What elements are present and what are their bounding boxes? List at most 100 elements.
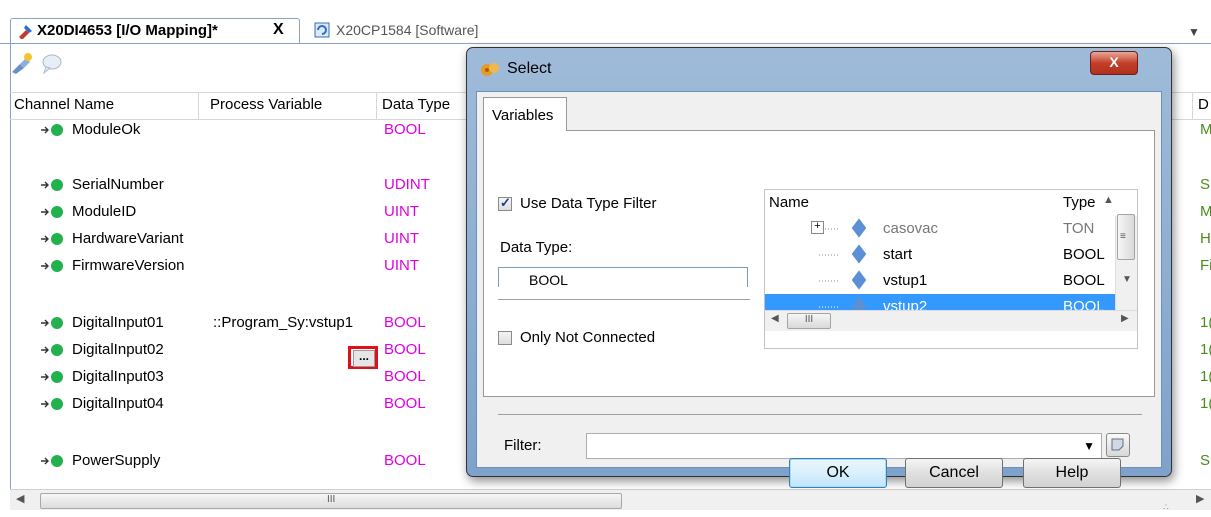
only-not-connected-checkbox[interactable]: [498, 331, 512, 345]
data-type: BOOL: [384, 452, 426, 469]
variable-icon: [851, 244, 867, 264]
list-vertical-scroll-thumb[interactable]: ≡: [1117, 214, 1135, 260]
separator: [498, 414, 1142, 415]
scroll-grip: III: [327, 494, 336, 505]
variables-list: Name Type ▲ + casovac TON start BOOL vstup1 BO…: [764, 189, 1138, 349]
use-data-type-filter-checkbox[interactable]: [498, 195, 512, 211]
channel-status-icon: [41, 317, 63, 329]
variable-icon: [851, 218, 867, 238]
ok-button[interactable]: OK: [789, 458, 887, 488]
resize-grip-icon[interactable]: ∴: [1163, 502, 1169, 513]
apply-filter-button[interactable]: [1106, 433, 1130, 457]
dialog-body: Variables Use Data Type Filter Data Type…: [476, 91, 1169, 512]
data-type: BOOL: [384, 341, 426, 358]
tab-software[interactable]: X20CP1584 [Software]: [312, 18, 512, 44]
variable-type: BOOL: [1063, 272, 1105, 289]
channel-status-icon: [41, 371, 63, 383]
separator: [498, 299, 750, 300]
channel-status-icon: [41, 344, 63, 356]
channel-status-icon: [41, 398, 63, 410]
data-type: BOOL: [384, 121, 426, 138]
header-process-variable[interactable]: Process Variable: [210, 96, 322, 113]
data-type: UINT: [384, 257, 419, 274]
description: M: [1200, 203, 1211, 220]
description: 1(: [1200, 341, 1211, 358]
tree-connector: [819, 280, 839, 282]
data-type-input[interactable]: BOOL: [498, 267, 748, 287]
header-separator[interactable]: [1192, 93, 1193, 119]
add-variable-icon[interactable]: [10, 52, 34, 74]
channel-name: ModuleID: [72, 203, 137, 220]
tree-connector: [819, 254, 839, 256]
tab-io-mapping[interactable]: X20DI4653 [I/O Mapping]* X: [10, 18, 300, 44]
software-icon: [314, 22, 330, 38]
description: 1(: [1200, 314, 1211, 331]
header-separator[interactable]: [198, 93, 199, 119]
close-tab-icon[interactable]: X: [273, 21, 284, 39]
comment-icon[interactable]: [40, 52, 62, 74]
channel-status-icon: [41, 206, 63, 218]
list-header-name[interactable]: Name: [769, 194, 809, 211]
filter-input[interactable]: ▼: [586, 433, 1102, 459]
scroll-right-icon[interactable]: ▶: [1121, 313, 1129, 324]
variable-icon: [851, 270, 867, 290]
sort-up-icon[interactable]: ▲: [1103, 194, 1114, 206]
scroll-grip: ≡: [1120, 231, 1126, 242]
description: S: [1200, 176, 1211, 193]
use-data-type-filter-label: Use Data Type Filter: [520, 195, 657, 212]
channel-status-icon: [41, 179, 63, 191]
tab-io-mapping-label: X20DI4653 [I/O Mapping]*: [37, 22, 218, 39]
list-header-type[interactable]: Type: [1063, 194, 1096, 211]
header-data-type[interactable]: Data Type: [382, 96, 450, 113]
channel-name: PowerSupply: [72, 452, 161, 469]
channel-name: DigitalInput02: [72, 341, 164, 358]
variable-list-item[interactable]: vstup1 BOOL: [765, 268, 1115, 294]
dialog-close-button[interactable]: X: [1090, 51, 1138, 75]
scroll-right-icon[interactable]: ▶: [1196, 492, 1204, 505]
channel-name: DigitalInput01: [72, 314, 164, 331]
scroll-left-icon[interactable]: ◀: [771, 313, 779, 324]
channel-name: DigitalInput04: [72, 395, 164, 412]
variable-name: vstup1: [883, 272, 928, 289]
header-separator[interactable]: [376, 93, 377, 119]
tab-variables-label: Variables: [492, 107, 554, 124]
tab-divider: [0, 43, 1211, 44]
header-channel-name[interactable]: Channel Name: [14, 96, 114, 113]
variable-list-item[interactable]: start BOOL: [765, 242, 1115, 268]
data-type-value: BOOL: [529, 272, 568, 287]
description: 1(: [1200, 368, 1211, 385]
chevron-down-icon[interactable]: ▼: [1083, 439, 1095, 453]
cancel-button[interactable]: Cancel: [905, 458, 1003, 488]
list-horizontal-scroll-thumb[interactable]: III: [787, 313, 831, 329]
data-type: BOOL: [384, 395, 426, 412]
header-description[interactable]: D: [1198, 96, 1209, 113]
ellipsis-button-label: ...: [353, 350, 375, 367]
variable-name: start: [883, 246, 913, 263]
filter-icon: [1111, 438, 1124, 451]
channel-name: ModuleOk: [72, 121, 141, 138]
variable-type: BOOL: [1063, 246, 1105, 263]
dialog-title: Select: [507, 60, 552, 77]
description: H: [1200, 230, 1211, 247]
data-type: BOOL: [384, 368, 426, 385]
tab-variables[interactable]: Variables: [483, 97, 567, 131]
scroll-down-icon[interactable]: ▼: [1122, 274, 1132, 285]
channel-status-icon: [41, 455, 63, 467]
channel-name: SerialNumber: [72, 176, 164, 193]
description: S: [1200, 452, 1211, 469]
tab-overflow-icon[interactable]: ▼: [1188, 25, 1200, 39]
help-button[interactable]: Help: [1023, 458, 1121, 488]
channel-status-icon: [41, 233, 63, 245]
select-dialog-icon: [481, 63, 499, 76]
variable-name: casovac: [883, 220, 939, 237]
data-type: UINT: [384, 230, 419, 247]
grid-scroll-thumb[interactable]: III: [40, 493, 622, 509]
select-dialog: Select X Variables Use Data Type Filter …: [466, 47, 1172, 512]
expand-icon[interactable]: +: [811, 221, 824, 234]
filter-label: Filter:: [504, 437, 542, 454]
scroll-left-icon[interactable]: ◀: [16, 492, 24, 505]
data-type: UINT: [384, 203, 419, 220]
select-variable-button[interactable]: ...: [348, 346, 378, 369]
variable-list-item[interactable]: + casovac TON: [765, 216, 1115, 242]
process-variable[interactable]: ::Program_Sy:vstup1: [213, 314, 353, 331]
